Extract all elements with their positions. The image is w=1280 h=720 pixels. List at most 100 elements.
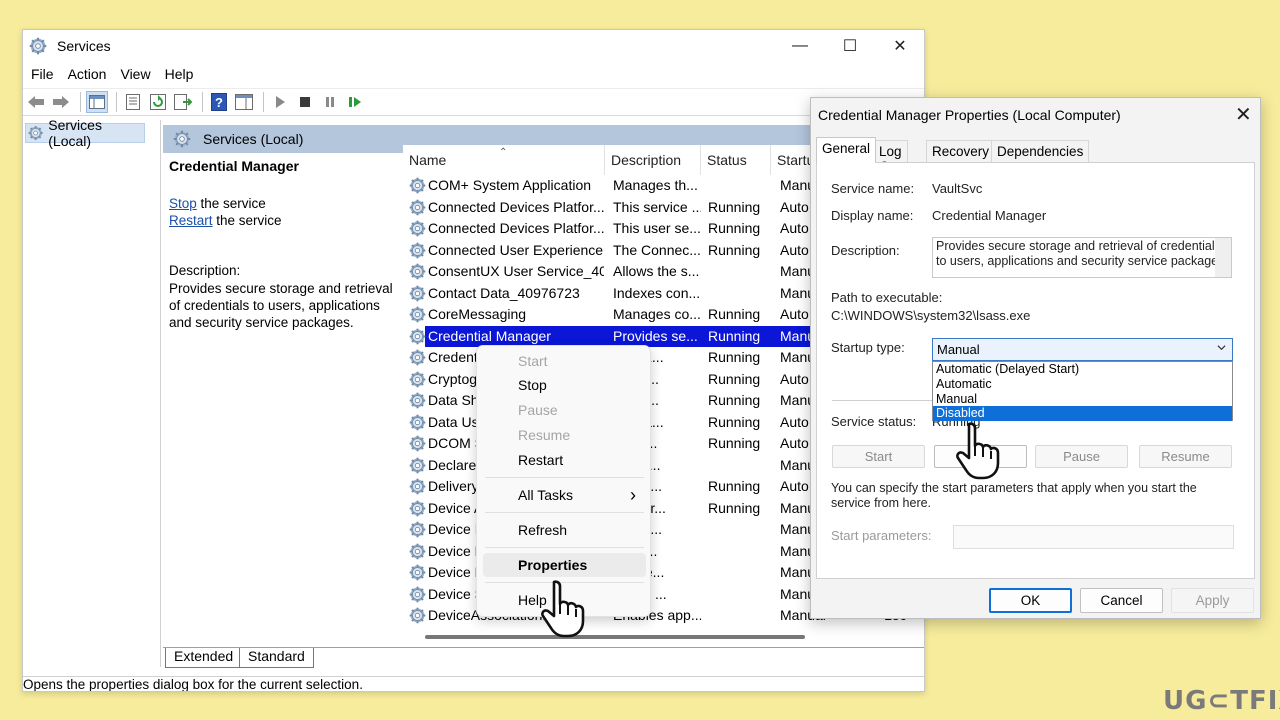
cell-status: Running [708,198,761,215]
path-label: Path to executable: [831,290,943,305]
service-gear-icon [409,414,426,431]
description-textbox[interactable]: Provides secure storage and retrieval of… [932,237,1232,278]
startup-type-select[interactable]: Manual [932,338,1233,361]
pause-service-icon[interactable] [319,91,341,113]
menu-separator [485,512,644,513]
help-icon[interactable]: ? [208,91,230,113]
toolbar-divider [116,92,117,112]
content-header-label: Services (Local) [203,131,304,147]
title-bar[interactable]: Services — ☐ ✕ [23,30,924,62]
stop-service-link[interactable]: Stop [169,196,197,211]
start-button: Start [832,445,925,468]
service-gear-icon [409,543,426,560]
cell-description: Indexes con... [613,284,701,301]
option-disabled[interactable]: Disabled [933,406,1232,421]
option-automatic-delayed[interactable]: Automatic (Delayed Start) [933,362,1232,377]
menu-item-resume: Resume [518,427,571,443]
services-gear-icon [28,125,43,141]
cell-name: Connected Devices Platfor... [428,220,604,236]
stop-service-icon[interactable] [294,91,316,113]
service-gear-icon [409,500,426,517]
minimize-button[interactable]: — [776,30,824,62]
show-console-tree-icon[interactable] [86,91,108,113]
maximize-button[interactable]: ☐ [826,30,874,62]
tree-item-services-local[interactable]: Services (Local) [25,117,145,149]
cell-name: Connected Devices Platfor... [428,198,604,215]
menu-item-refresh[interactable]: Refresh [483,518,646,542]
tab-log-on[interactable]: Log On [873,140,908,174]
description-text: Provides secure storage and retrieval of… [169,281,393,330]
toolbar-divider [80,92,81,112]
service-gear-icon [409,371,426,388]
export-list-icon[interactable] [172,91,194,113]
services-window: Services — ☐ ✕ File Action View Help ? S… [22,29,925,692]
cell-name: CoreMessaging [428,306,527,322]
startup-type-label: Startup type: [831,340,905,355]
cancel-button[interactable]: Cancel [1080,588,1163,613]
tab-recovery[interactable]: Recovery [926,140,996,163]
close-button[interactable]: ✕ [876,30,924,62]
service-gear-icon [409,392,426,409]
ok-button[interactable]: OK [989,588,1072,613]
svg-text:?: ? [215,95,223,110]
restart-suffix: the service [212,213,282,228]
menu-item-all-tasks[interactable]: All Tasks › [483,483,646,507]
view-tabs: Extended Standard [163,647,924,672]
startup-type-dropdown: Automatic (Delayed Start) Automatic Manu… [932,361,1233,421]
menu-action[interactable]: Action [68,66,116,82]
start-params-info: You can specify the start parameters tha… [831,481,1197,510]
refresh-icon[interactable] [147,91,169,113]
menu-item-properties[interactable]: Properties [483,553,646,577]
action-pane-icon[interactable] [233,91,255,113]
path-value: C:\WINDOWS\system32\lsass.exe [831,308,1031,323]
menu-separator [485,477,644,478]
cell-description: Manages th... [613,177,698,193]
cell-status: Running [708,478,761,494]
service-gear-icon [409,457,426,474]
cell-status: Running [708,499,761,516]
description-label: Description: [831,243,900,258]
watermark-logo: UG⊂TFIX [1163,686,1280,716]
option-manual[interactable]: Manual [933,392,1232,407]
menu-item-pause: Pause [518,402,558,418]
tab-general[interactable]: General [816,137,877,163]
services-gear-icon [173,130,191,148]
cell-name: Credential Manager [428,327,551,344]
service-gear-icon [409,435,426,452]
toolbar-divider [202,92,203,112]
forward-arrow-icon[interactable] [50,91,72,113]
restart-service-link[interactable]: Restart [169,213,213,228]
window-title: Services [57,38,111,54]
menu-item-stop[interactable]: Stop [483,373,646,397]
tab-dependencies[interactable]: Dependencies [991,140,1090,163]
start-service-icon[interactable] [269,91,291,113]
menu-help[interactable]: Help [165,66,203,82]
cell-status: Running [708,392,761,408]
tab-standard[interactable]: Standard [239,648,314,668]
column-header-description[interactable]: Description [604,145,700,175]
description-value: Provides secure storage and retrieval of… [936,239,1225,268]
service-gear-icon [409,285,426,302]
cell-status: Running [708,327,761,344]
dialog-close-button[interactable]: ✕ [1235,102,1252,127]
back-arrow-icon[interactable] [25,91,47,113]
column-header-name[interactable]: Name [403,145,604,175]
description-scrollbar[interactable] [1215,238,1231,277]
submenu-arrow-icon: › [630,484,636,505]
menu-view[interactable]: View [120,66,159,82]
tab-extended[interactable]: Extended [165,648,243,668]
cell-status: Running [708,306,761,322]
restart-service-icon[interactable] [344,91,366,113]
stop-suffix: the service [196,196,266,211]
column-header-status[interactable]: Status [700,145,770,175]
console-tree: Services (Local) [23,117,161,667]
service-gear-icon [409,220,426,237]
option-automatic[interactable]: Automatic [933,377,1232,392]
menu-item-restart[interactable]: Restart [483,448,646,472]
horizontal-scrollbar[interactable] [425,635,805,639]
cell-status: Running [708,435,761,451]
properties-sheet-icon[interactable] [122,91,144,113]
menu-file[interactable]: File [31,66,63,82]
start-params-label: Start parameters: [831,528,932,543]
cell-status: Running [708,241,761,258]
